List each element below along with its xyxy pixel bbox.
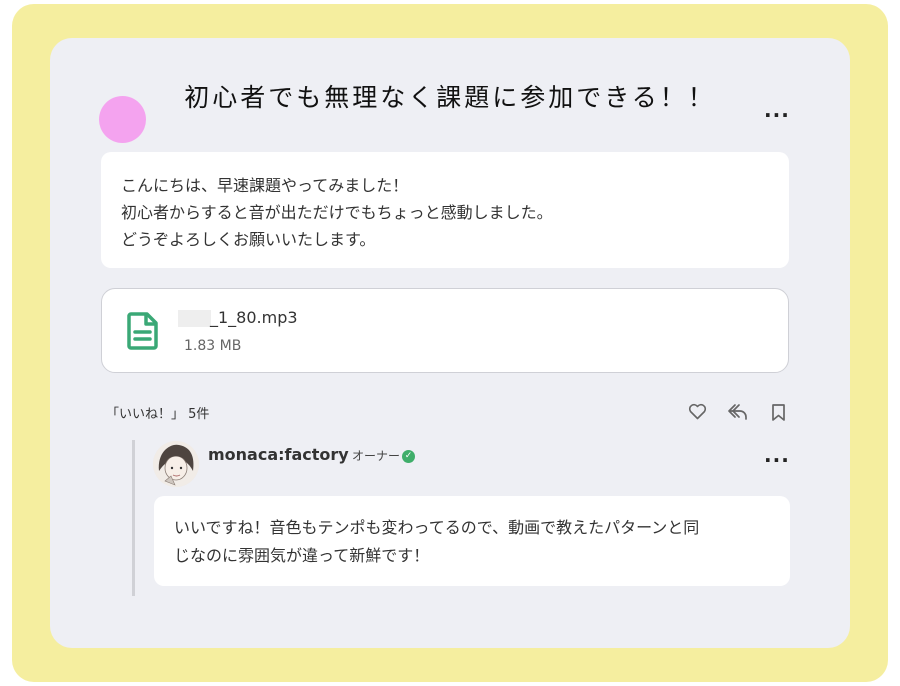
owner-avatar-illustration xyxy=(153,441,199,487)
reply-icon[interactable] xyxy=(727,403,749,420)
owner-role-label: オーナー xyxy=(352,449,401,463)
reply-line: いいですね！音色もテンポも変わってるので、動画で教えたパターンと同 xyxy=(174,518,700,537)
owner-avatar[interactable] xyxy=(153,441,199,487)
document-icon xyxy=(127,312,158,350)
message-line: こんにちは、早速課題やってみました！ xyxy=(121,176,409,195)
post-more-icon[interactable]: ··· xyxy=(764,105,790,125)
message-line: どうぞよろしくお願いいたします。 xyxy=(121,230,376,249)
message-bubble: こんにちは、早速課題やってみました！ 初心者からすると音が出ただけでもちょっと感… xyxy=(101,152,789,268)
reply-author[interactable]: monaca:factory xyxy=(208,445,349,464)
thread-line xyxy=(132,440,135,596)
reply-more-icon[interactable]: ··· xyxy=(764,450,790,470)
verified-check-icon: ✓ xyxy=(402,450,416,463)
attachment-size: 1.83 MB xyxy=(184,338,242,354)
message-line: 初心者からすると音が出ただけでもちょっと感動しました。 xyxy=(121,203,553,222)
reply-bubble: いいですね！音色もテンポも変わってるので、動画で教えたパターンと同 じなのに雰囲… xyxy=(154,496,790,586)
reply-line: じなのに雰囲気が違って新鮮です！ xyxy=(174,546,430,565)
likes-count[interactable]: 「いいね！」 5件 xyxy=(106,403,209,422)
heart-icon[interactable] xyxy=(688,403,707,420)
user-avatar[interactable] xyxy=(99,96,146,143)
bookmark-icon[interactable] xyxy=(771,403,786,422)
owner-role: オーナー ✓ xyxy=(352,447,416,464)
audio-attachment[interactable]: _1_80.mp3 1.83 MB xyxy=(101,288,789,373)
attachment-filename: _1_80.mp3 xyxy=(210,308,298,327)
filename-redaction xyxy=(178,310,211,327)
